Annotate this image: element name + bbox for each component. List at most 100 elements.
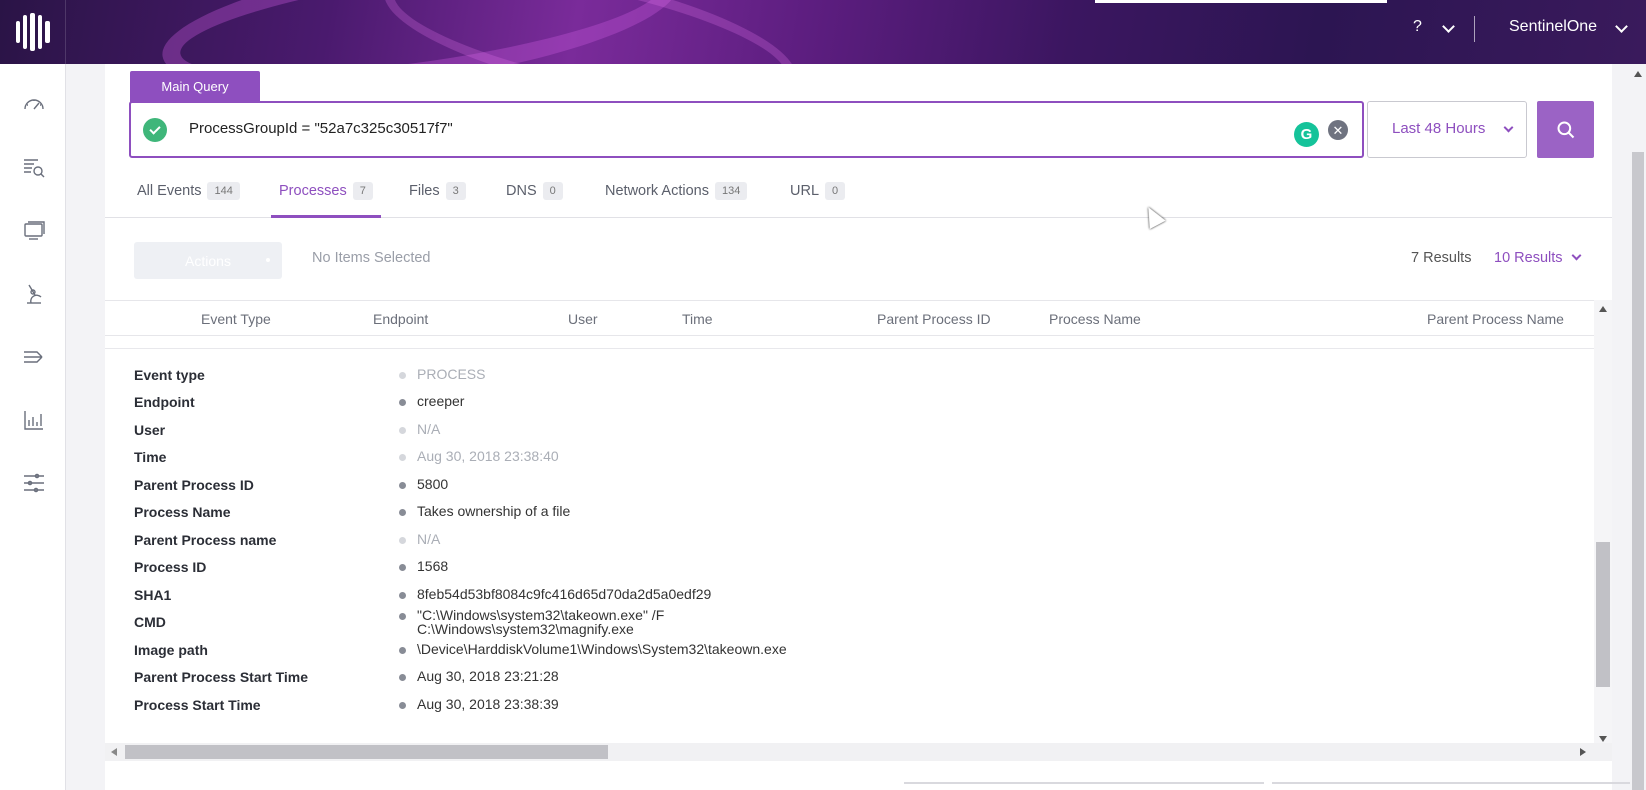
bullet-dot xyxy=(399,509,406,516)
bullet-dot xyxy=(399,674,406,681)
detail-row: Parent Process ID 5800 xyxy=(105,473,1594,499)
detail-value: 1568 xyxy=(417,558,449,574)
tab-count-badge: 3 xyxy=(445,182,466,200)
logo-cell[interactable] xyxy=(0,0,66,64)
header-highlight-bar xyxy=(1095,0,1387,3)
tab-count-badge: 134 xyxy=(714,182,748,200)
tab-count-badge: 0 xyxy=(825,182,846,200)
help-menu[interactable]: ? xyxy=(1413,18,1422,36)
detail-row: Image path \Device\HarddiskVolume1\Windo… xyxy=(105,638,1594,664)
dropdown-dot-icon xyxy=(266,258,270,262)
detail-key: Process Name xyxy=(134,504,231,520)
settings-sliders-icon[interactable] xyxy=(22,471,46,495)
tab-dns[interactable]: DNS 0 xyxy=(506,174,563,218)
detail-row: Time Aug 30, 2018 23:38:40 xyxy=(105,445,1594,471)
page-vertical-scrollbar[interactable] xyxy=(1630,64,1646,790)
scroll-up-arrow-icon[interactable] xyxy=(1634,71,1642,77)
detail-row: Parent Process Start Time Aug 30, 2018 2… xyxy=(105,665,1594,691)
bottom-panel-edge xyxy=(1272,782,1630,784)
actions-button[interactable]: Actions xyxy=(134,242,282,279)
column-header-endpoint[interactable]: Endpoint xyxy=(373,311,428,327)
detail-key: Time xyxy=(134,449,167,465)
results-per-page-select[interactable]: 10 Results xyxy=(1494,250,1563,266)
detail-value-continued: C:\Windows\system32\magnify.exe xyxy=(417,621,634,637)
bullet-dot xyxy=(399,454,406,461)
account-menu[interactable]: SentinelOne xyxy=(1509,18,1597,36)
tab-main-query[interactable]: Main Query xyxy=(130,71,260,102)
detail-value: 8feb54d53bf8084c9fc416d65d70da2d5a0edf29 xyxy=(417,586,712,602)
main-panel: Main Query ProcessGroupId = "52a7c325c30… xyxy=(105,64,1612,790)
table-vertical-scrollbar[interactable] xyxy=(1594,300,1612,748)
tab-count-badge: 144 xyxy=(207,182,240,200)
detail-key: SHA1 xyxy=(134,587,172,603)
bullet-dot xyxy=(399,372,406,379)
chevron-down-icon[interactable] xyxy=(1442,20,1455,33)
result-count: 7 Results xyxy=(1411,250,1472,266)
scroll-left-arrow-icon[interactable] xyxy=(111,748,117,756)
detail-value: creeper xyxy=(417,393,465,409)
tab-processes[interactable]: Processes 7 xyxy=(271,174,381,218)
chevron-down-icon xyxy=(1503,122,1514,133)
tab-count-badge: 0 xyxy=(542,182,563,200)
bullet-dot xyxy=(399,592,406,599)
bullet-dot xyxy=(399,702,406,709)
query-valid-check-icon xyxy=(143,118,167,142)
tab-network-actions[interactable]: Network Actions 134 xyxy=(605,174,748,218)
scrollbar-thumb[interactable] xyxy=(125,745,608,759)
bullet-dot xyxy=(399,482,406,489)
bullet-dot xyxy=(399,537,406,544)
time-range-select[interactable]: Last 48 Hours xyxy=(1367,101,1527,158)
tab-label: All Events xyxy=(137,183,202,199)
detail-row: Process Name Takes ownership of a file xyxy=(105,500,1594,526)
lab-flask-icon[interactable] xyxy=(22,282,46,306)
detail-value: PROCESS xyxy=(417,366,486,382)
query-input[interactable]: ProcessGroupId = "52a7c325c30517f7" xyxy=(189,120,453,137)
detail-value: Aug 30, 2018 23:38:39 xyxy=(417,696,559,712)
tab-files[interactable]: Files 3 xyxy=(409,174,466,218)
tab-url[interactable]: URL 0 xyxy=(790,174,846,218)
detail-key: Parent Process Start Time xyxy=(134,669,309,685)
column-header-parent-process-name[interactable]: Parent Process Name xyxy=(1427,311,1564,327)
column-header-event-type[interactable]: Event Type xyxy=(201,311,271,327)
scroll-right-arrow-icon[interactable] xyxy=(1580,748,1586,756)
devices-icon[interactable] xyxy=(22,219,46,243)
detail-value: N/A xyxy=(417,421,441,437)
actions-label: Actions xyxy=(185,252,231,269)
scroll-up-arrow-icon[interactable] xyxy=(1599,306,1607,312)
detail-row: SHA1 8feb54d53bf8084c9fc416d65d70da2d5a0… xyxy=(105,583,1594,609)
tab-all-events[interactable]: All Events 144 xyxy=(137,174,240,218)
detail-row: Process Start Time Aug 30, 2018 23:38:39 xyxy=(105,693,1594,719)
column-header-time[interactable]: Time xyxy=(682,311,713,327)
header-divider xyxy=(1474,16,1475,42)
chevron-down-icon[interactable] xyxy=(1571,250,1582,261)
tab-label: DNS xyxy=(506,183,537,199)
scrollbar-thumb[interactable] xyxy=(1632,152,1644,790)
tab-label: URL xyxy=(790,183,820,199)
event-detail-panel: Event type PROCESS Endpoint creeper User… xyxy=(105,348,1594,748)
bullet-dot xyxy=(399,427,406,434)
scroll-down-arrow-icon[interactable] xyxy=(1599,736,1607,742)
scrollbar-thumb[interactable] xyxy=(1596,542,1610,687)
column-header-parent-process-id[interactable]: Parent Process ID xyxy=(877,311,991,327)
bullet-dot xyxy=(399,613,406,620)
dashboard-icon[interactable] xyxy=(22,92,46,116)
search-button[interactable] xyxy=(1537,101,1594,158)
clear-query-icon[interactable]: ✕ xyxy=(1328,120,1348,140)
table-horizontal-scrollbar[interactable] xyxy=(105,743,1612,761)
chevron-down-icon[interactable] xyxy=(1615,20,1628,33)
sentinelone-logo-icon xyxy=(15,13,50,51)
activity-icon[interactable] xyxy=(22,345,46,369)
table-header: Event Type Endpoint User Time Parent Pro… xyxy=(105,300,1594,336)
visibility-search-icon[interactable] xyxy=(22,156,46,180)
detail-value: \Device\HarddiskVolume1\Windows\System32… xyxy=(417,641,787,657)
reports-chart-icon[interactable] xyxy=(22,408,46,432)
detail-value: "C:\Windows\system32\takeown.exe" /F xyxy=(417,607,665,623)
detail-row: CMD "C:\Windows\system32\takeown.exe" /F… xyxy=(105,607,1594,640)
column-header-user[interactable]: User xyxy=(568,311,598,327)
detail-key: Event type xyxy=(134,367,205,383)
column-header-process-name[interactable]: Process Name xyxy=(1049,311,1141,327)
detail-row: Endpoint creeper xyxy=(105,390,1594,416)
grammarly-icon[interactable]: G xyxy=(1294,122,1319,147)
tab-label: Processes xyxy=(279,183,347,199)
query-input-box[interactable]: ProcessGroupId = "52a7c325c30517f7" G ✕ xyxy=(129,101,1364,158)
